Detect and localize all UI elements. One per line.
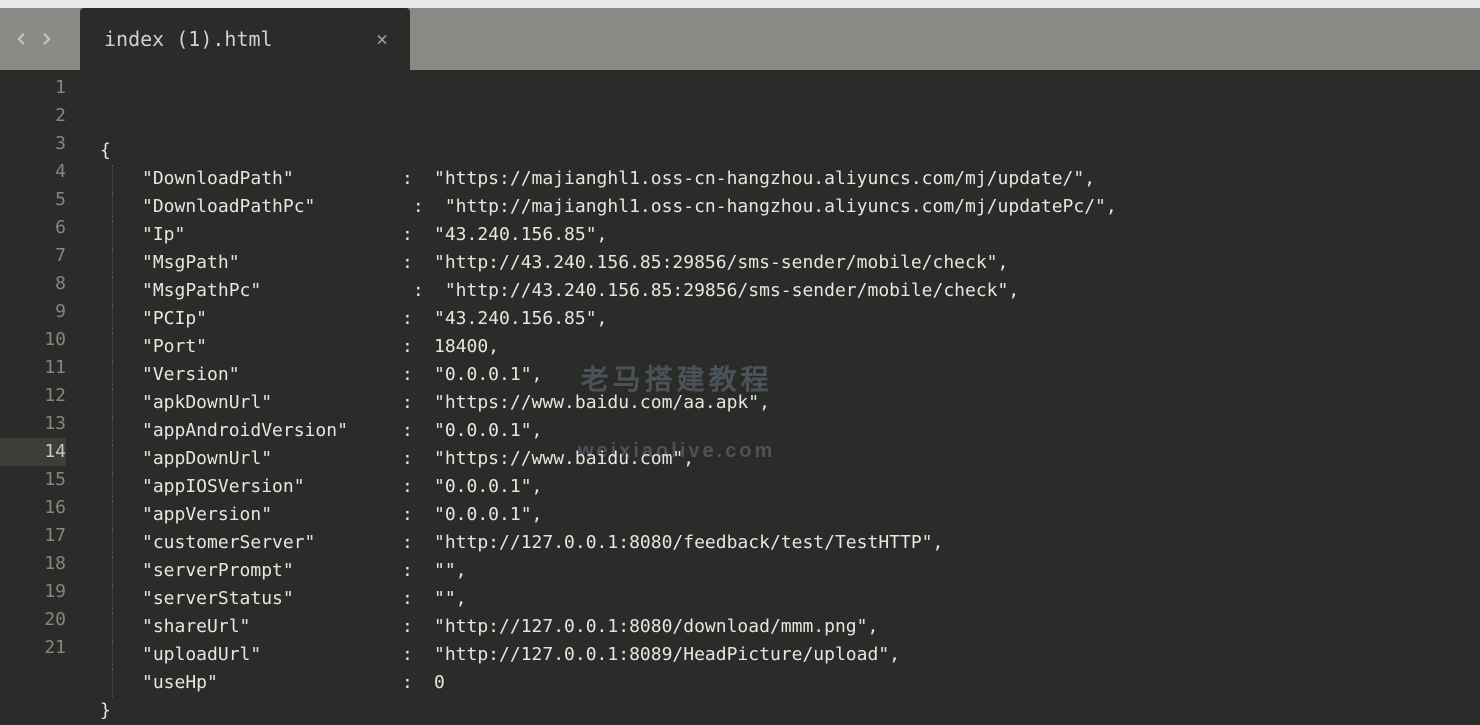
code-line: "uploadUrl" : "http://127.0.0.1:8089/Hea…	[88, 641, 1480, 669]
code-line: "appDownUrl" : "https://www.baidu.com",	[88, 445, 1480, 473]
line-number: 15	[0, 466, 66, 494]
code-line: "serverStatus" : "",	[88, 585, 1480, 613]
window-titlebar	[0, 0, 1480, 8]
code-line: {	[88, 137, 1480, 165]
line-number: 16	[0, 494, 66, 522]
line-number: 7	[0, 242, 66, 270]
line-number: 13	[0, 410, 66, 438]
line-number: 5	[0, 186, 66, 214]
nav-forward-icon[interactable]	[36, 28, 58, 50]
line-number: 18	[0, 550, 66, 578]
line-number: 6	[0, 214, 66, 242]
line-number: 14	[0, 438, 66, 466]
line-number: 2	[0, 102, 66, 130]
nav-arrows	[0, 28, 68, 50]
line-number: 21	[0, 634, 66, 662]
code-line: "appIOSVersion" : "0.0.0.1",	[88, 473, 1480, 501]
code-line: "customerServer" : "http://127.0.0.1:808…	[88, 529, 1480, 557]
line-number: 10	[0, 326, 66, 354]
tab-title: index (1).html	[104, 27, 273, 51]
line-number: 20	[0, 606, 66, 634]
editor: 123456789101112131415161718192021 老马搭建教程…	[0, 70, 1480, 720]
line-number-gutter[interactable]: 123456789101112131415161718192021	[0, 70, 88, 720]
line-number: 3	[0, 130, 66, 158]
code-line: "Ip" : "43.240.156.85",	[88, 221, 1480, 249]
line-number: 11	[0, 354, 66, 382]
code-line: "appAndroidVersion" : "0.0.0.1",	[88, 417, 1480, 445]
close-icon[interactable]: ×	[372, 23, 392, 55]
code-line: "shareUrl" : "http://127.0.0.1:8080/down…	[88, 613, 1480, 641]
line-number: 9	[0, 298, 66, 326]
code-line: "useHp" : 0	[88, 669, 1480, 697]
nav-back-icon[interactable]	[10, 28, 32, 50]
code-line: "Port" : 18400,	[88, 333, 1480, 361]
code-line: "Version" : "0.0.0.1",	[88, 361, 1480, 389]
code-line: "MsgPathPc" : "http://43.240.156.85:2985…	[88, 277, 1480, 305]
code-line: "apkDownUrl" : "https://www.baidu.com/aa…	[88, 389, 1480, 417]
line-number: 17	[0, 522, 66, 550]
code-line: "DownloadPath" : "https://majianghl1.oss…	[88, 165, 1480, 193]
code-line: "MsgPath" : "http://43.240.156.85:29856/…	[88, 249, 1480, 277]
line-number: 19	[0, 578, 66, 606]
tab-bar: index (1).html ×	[0, 8, 1480, 70]
line-number: 12	[0, 382, 66, 410]
code-line: "appVersion" : "0.0.0.1",	[88, 501, 1480, 529]
file-tab[interactable]: index (1).html ×	[80, 8, 410, 70]
code-line: }	[88, 697, 1480, 725]
code-line: "PCIp" : "43.240.156.85",	[88, 305, 1480, 333]
code-line: "serverPrompt" : "",	[88, 557, 1480, 585]
line-number: 1	[0, 74, 66, 102]
line-number: 8	[0, 270, 66, 298]
code-line: "DownloadPathPc" : "http://majianghl1.os…	[88, 193, 1480, 221]
line-number: 4	[0, 158, 66, 186]
code-area[interactable]: 老马搭建教程 weixiaolive.com {"DownloadPath" :…	[88, 70, 1480, 720]
